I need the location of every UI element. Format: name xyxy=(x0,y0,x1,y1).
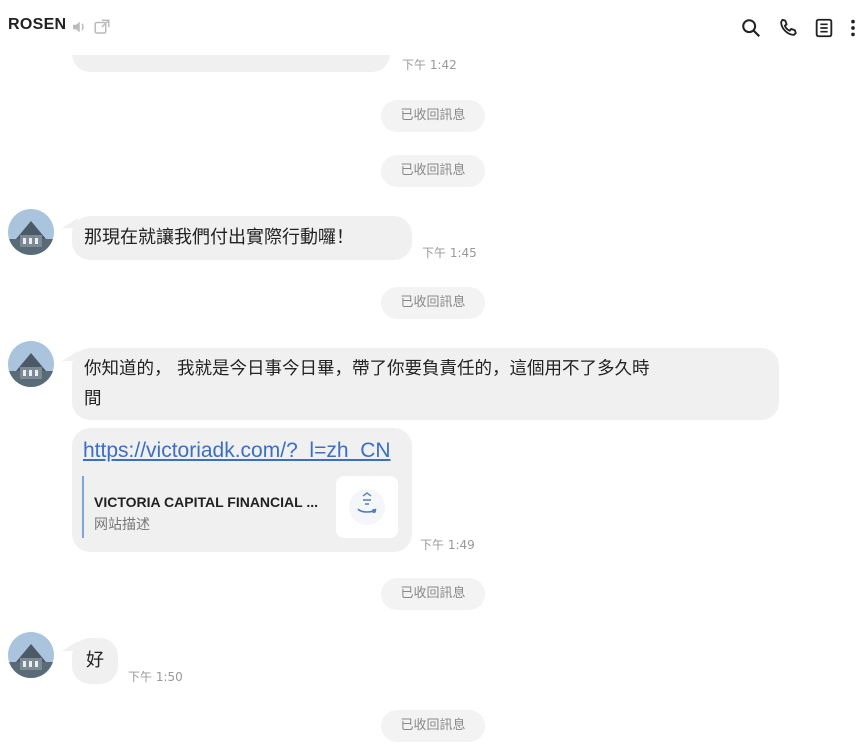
message-time: 下午 1:49 xyxy=(420,538,475,552)
chat-header: ROSEN xyxy=(0,0,865,55)
avatar[interactable] xyxy=(8,341,54,387)
recalled-message-notice: 已收回訊息 xyxy=(381,100,485,132)
speaker-icon[interactable] xyxy=(70,18,88,36)
message-time: 下午 1:45 xyxy=(422,246,477,260)
link-url[interactable]: https://victoriadk.com/?_l=zh_CN xyxy=(83,436,391,466)
notes-icon[interactable] xyxy=(813,17,835,39)
link-preview-card[interactable]: VICTORIA CAPITAL FINANCIAL ... 网站描述 xyxy=(82,476,398,538)
message-bubble[interactable]: 好 xyxy=(72,638,118,684)
chat-title[interactable]: ROSEN xyxy=(8,16,66,34)
avatar[interactable] xyxy=(8,632,54,678)
link-message-bubble[interactable]: https://victoriadk.com/?_l=zh_CN VICTORI… xyxy=(72,428,412,552)
message-time: 下午 1:50 xyxy=(128,670,183,684)
message-time: 下午 1:42 xyxy=(402,58,457,72)
link-preview-thumbnail xyxy=(336,476,398,538)
message-bubble[interactable]: 你知道的， 我就是今日事今日畢，帶了你要負責任的，這個用不了多久時 間 xyxy=(72,348,779,420)
search-icon[interactable] xyxy=(740,17,762,39)
avatar[interactable] xyxy=(8,209,54,255)
link-preview-description: 网站描述 xyxy=(94,517,150,533)
more-icon[interactable] xyxy=(846,17,860,39)
recalled-message-notice: 已收回訊息 xyxy=(381,578,485,610)
external-window-icon[interactable] xyxy=(93,18,111,36)
recalled-message-notice: 已收回訊息 xyxy=(381,710,485,742)
message-text-line: 間 xyxy=(84,389,102,409)
message-text-line: 你知道的， 我就是今日事今日畢，帶了你要負責任的，這個用不了多久時 xyxy=(84,359,650,379)
message-bubble[interactable]: 那現在就讓我們付出實際行動囉！ xyxy=(72,216,412,260)
recalled-message-notice: 已收回訊息 xyxy=(381,155,485,187)
phone-icon[interactable] xyxy=(777,17,799,39)
recalled-message-notice: 已收回訊息 xyxy=(381,287,485,319)
